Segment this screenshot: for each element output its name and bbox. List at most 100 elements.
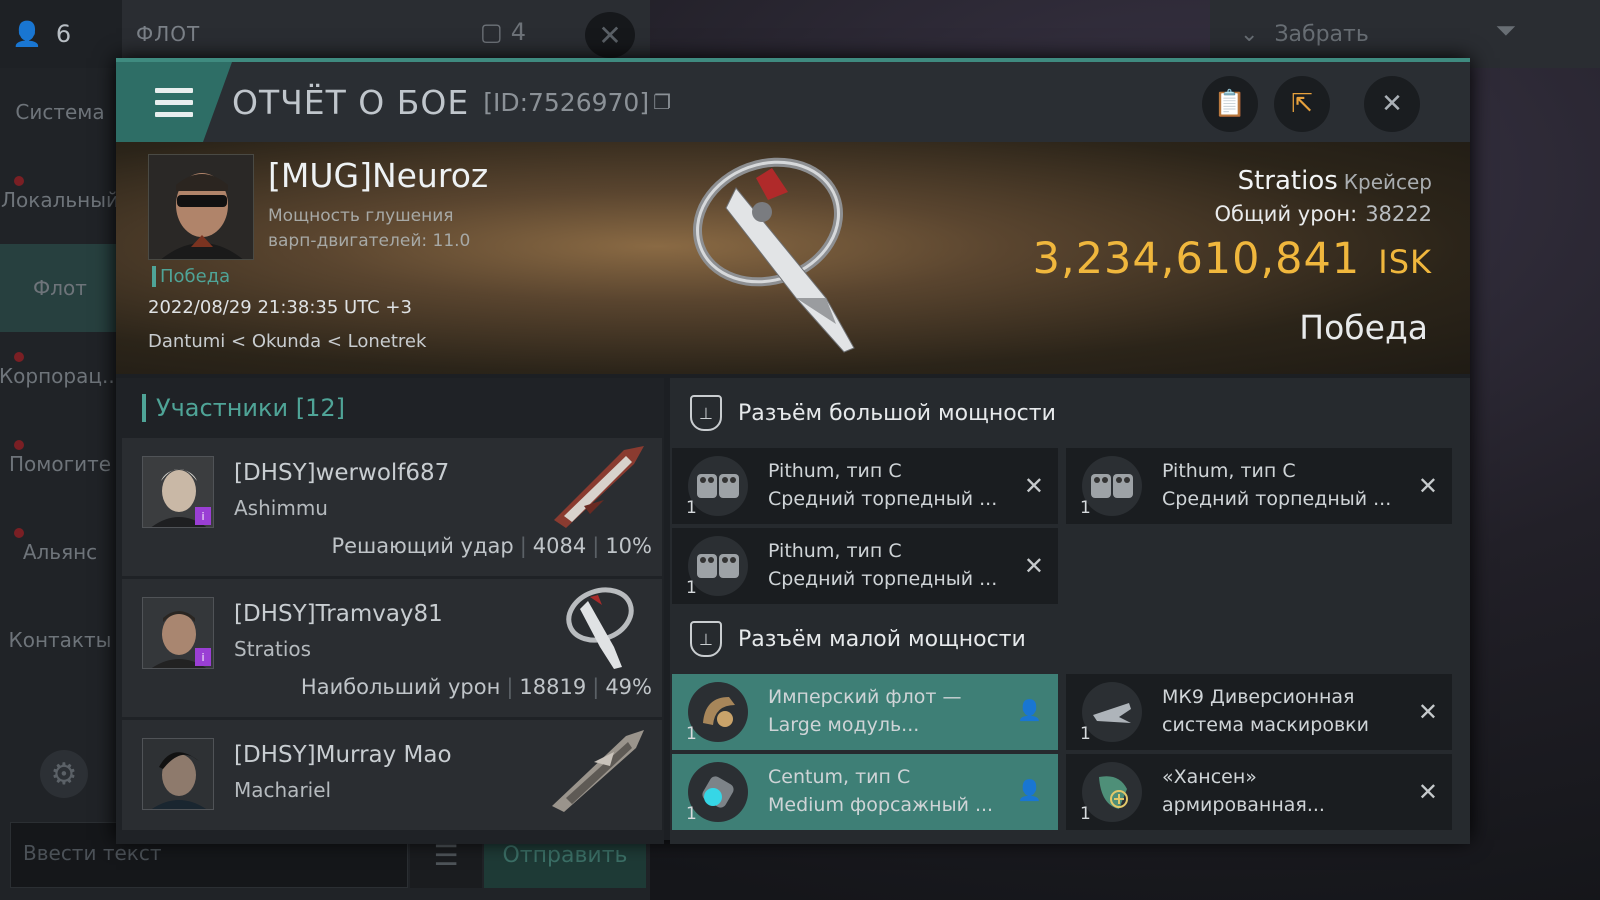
victim-ship-image[interactable] [676, 148, 896, 368]
destroyed-icon: ✕ [1023, 472, 1044, 500]
channel-label: Флот [33, 276, 87, 300]
module-item[interactable]: 1 Centum, тип C Medium форсажный ... 👤 [672, 754, 1058, 830]
destroyed-icon: ✕ [1417, 698, 1438, 726]
module-name: Pithum, тип C [768, 540, 902, 562]
module-qty: 1 [686, 498, 697, 518]
victim-avatar[interactable] [148, 154, 254, 260]
ship-icon [554, 446, 644, 528]
copy-icon[interactable]: ❐ [653, 90, 671, 114]
close-icon[interactable]: ✕ [585, 12, 635, 58]
module-desc: армированная... [1162, 794, 1325, 816]
low-slot-icon: ⊥ [690, 621, 722, 657]
take-dropdown[interactable]: ⌄ Забрать [1240, 22, 1369, 47]
low-slot-header: ⊥ Разъём малой мощности [670, 604, 1470, 674]
module-name: МК9 Диверсионная [1162, 686, 1355, 708]
fitting-panel: ⊥ Разъём большой мощности 1 Pithum, тип … [670, 378, 1470, 844]
channel-list: Система Локальный Флот Корпорац... Помог… [0, 68, 121, 684]
torpedo-launcher-icon [688, 456, 748, 516]
channel-fleet[interactable]: Флот [0, 244, 120, 332]
participant-ship: Machariel [234, 778, 332, 802]
module-qty: 1 [1080, 724, 1091, 744]
victim-pilot-name[interactable]: [MUG]Neuroz [268, 156, 488, 195]
participant-name: [DHSY]Murray Mao [234, 742, 452, 768]
close-icon: ✕ [1381, 89, 1403, 119]
imperial-module-icon [688, 682, 748, 742]
victim-ship: Stratios Крейсер [1238, 166, 1432, 196]
menu-button[interactable] [116, 62, 232, 142]
participant-damage: 4084 [532, 534, 587, 558]
ship-icon [566, 587, 634, 669]
total-damage-label: Общий урон: [1214, 202, 1358, 226]
module-item[interactable]: 1 МК9 Диверсионная система маскировки ✕ [1066, 674, 1452, 750]
participant-stats: Решающий удар | 4084 | 10% [331, 534, 652, 558]
module-desc: Средний торпедный ... [768, 488, 998, 510]
battle-report-window: ОТЧЁТ О БОЕ [ID:7526970] ❐ 📋 ⇱ ✕ [MUG]Ne… [116, 58, 1470, 844]
total-damage-value: 38222 [1365, 202, 1432, 226]
channel-alliance[interactable]: Альянс [0, 508, 120, 596]
module-item[interactable]: 1 Имперский флот — Large модуль... 👤 [672, 674, 1058, 750]
unread-dot [14, 352, 24, 362]
module-desc: система маскировки [1162, 714, 1369, 736]
channel-help[interactable]: Помогите [0, 420, 120, 508]
channel-local[interactable]: Локальный [0, 156, 120, 244]
participant-row[interactable]: i [DHSY]werwolf687 Ashimmu Решающий удар… [122, 438, 662, 576]
module-name: Centum, тип C [768, 766, 911, 788]
module-item[interactable]: 1 Pithum, тип C Средний торпедный ... ✕ [1066, 448, 1452, 524]
participant-row[interactable]: i [DHSY]Tramvay81 Stratios Наибольший ур… [122, 579, 662, 717]
module-qty: 1 [686, 724, 697, 744]
fleet-members[interactable]: ▢ 4 [480, 18, 526, 46]
armor-plate-icon [1082, 762, 1142, 822]
destroyed-icon: ✕ [1023, 552, 1044, 580]
channel-label: Контакты [8, 628, 112, 652]
online-users[interactable]: 👤 6 [0, 0, 122, 68]
chat-channel-title: ФЛОТ [136, 22, 201, 46]
person-icon: 👤 [1017, 698, 1042, 722]
hamburger-icon [155, 87, 193, 117]
channel-system[interactable]: Система [0, 68, 120, 156]
filter-icon[interactable]: ⏷ [1495, 16, 1516, 47]
warp-scramble-strength: Мощность глушения варп-двигателей: 11.0 [268, 204, 528, 254]
kill-location[interactable]: Dantumi < Okunda < Lonetrek [148, 331, 426, 352]
person-icon: 👤 [1017, 778, 1042, 802]
role-badge-icon: i [195, 507, 211, 525]
close-button[interactable]: ✕ [1364, 76, 1420, 132]
module-name: Pithum, тип C [768, 460, 902, 482]
module-item[interactable]: 1 «Хансен» армированная... ✕ [1066, 754, 1452, 830]
share-button[interactable]: ⇱ [1274, 76, 1330, 132]
status-badge: Победа [152, 266, 230, 287]
online-users-count: 6 [55, 20, 72, 48]
window-header: ОТЧЁТ О БОЕ [ID:7526970] ❐ 📋 ⇱ ✕ [116, 62, 1470, 142]
participants-panel: Участники [12] i [DHSY]werwolf687 Ashimm… [116, 378, 664, 844]
share-icon: ⇱ [1291, 89, 1313, 119]
module-item[interactable]: 1 Pithum, тип C Средний торпедный ... ✕ [672, 448, 1058, 524]
section-title: Разъём большой мощности [738, 400, 1056, 426]
module-name: «Хансен» [1162, 766, 1257, 788]
torpedo-launcher-icon [1082, 456, 1142, 516]
clipboard-button[interactable]: 📋 [1202, 76, 1258, 132]
participant-role: Наибольший урон [300, 675, 501, 699]
channel-contacts[interactable]: Контакты [0, 596, 120, 684]
channel-label: Альянс [22, 540, 98, 564]
user-icon: 👤 [12, 20, 42, 48]
participant-row[interactable]: [DHSY]Murray Mao Machariel [122, 720, 662, 830]
role-badge-icon: i [195, 648, 211, 666]
module-qty: 1 [686, 578, 697, 598]
ship-class: Крейсер [1343, 170, 1432, 194]
isk-loss: 3,234,610,841 ISK [1033, 234, 1432, 284]
gear-icon[interactable]: ⚙ [40, 750, 88, 798]
module-desc: Средний торпедный ... [1162, 488, 1392, 510]
destroyed-icon: ✕ [1417, 472, 1438, 500]
participants-header[interactable]: Участники [12] [116, 378, 664, 438]
channel-label: Система [15, 100, 105, 124]
participant-role: Решающий удар [331, 534, 514, 558]
destroyed-icon: ✕ [1417, 778, 1438, 806]
module-item[interactable]: 1 Pithum, тип C Средний торпедный ... ✕ [672, 528, 1058, 604]
participant-percent: 49% [605, 675, 652, 699]
channel-corporation[interactable]: Корпорац... [0, 332, 121, 420]
module-desc: Large модуль... [768, 714, 920, 736]
participant-name: [DHSY]werwolf687 [234, 460, 450, 486]
ship-name[interactable]: Stratios [1238, 166, 1338, 196]
module-qty: 1 [686, 804, 697, 824]
module-qty: 1 [1080, 804, 1091, 824]
channel-label: Помогите [8, 452, 112, 476]
